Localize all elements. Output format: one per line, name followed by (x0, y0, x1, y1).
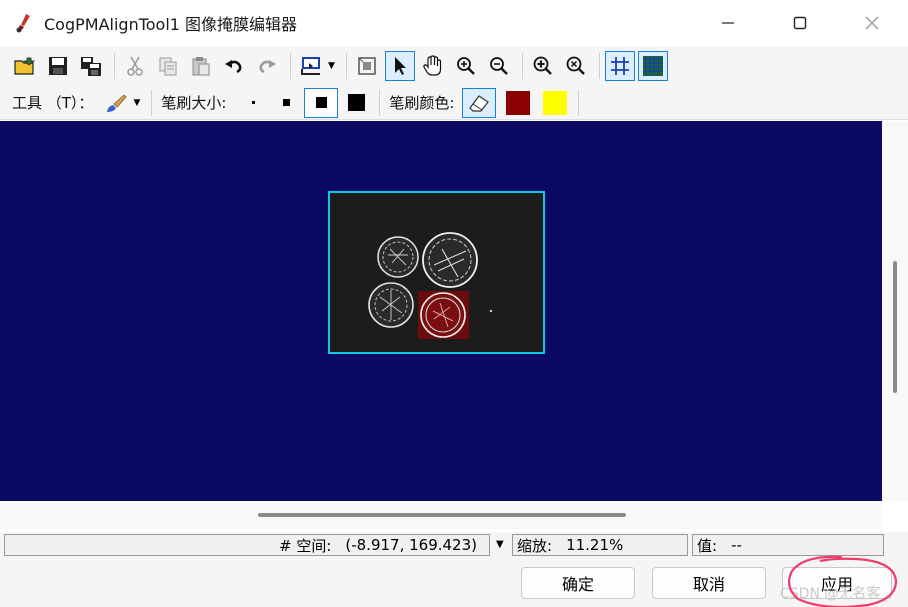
minimize-icon (722, 22, 734, 24)
toolbar-separator (290, 53, 291, 79)
import-dropdown-icon[interactable]: ▼ (328, 61, 335, 71)
coins-image (330, 193, 543, 352)
dialog-buttons-bar: 确定 取消 应用 (0, 558, 908, 607)
title-bar: CogPMAlignTool1 图像掩膜编辑器 (0, 0, 908, 46)
grid-icon (610, 57, 629, 75)
main-toolbar: ▼ (0, 46, 908, 86)
brush-size-2-button[interactable] (271, 88, 301, 118)
redo-button[interactable] (252, 51, 282, 81)
import-button[interactable] (296, 51, 326, 81)
zoom-out-button[interactable] (484, 51, 514, 81)
brush-toolbar: 工具 （T）： ▼ 笔刷大小: 笔刷颜色: (0, 86, 908, 120)
brush-size-3-icon (315, 97, 327, 108)
cancel-button[interactable]: 取消 (652, 567, 766, 599)
brush-size-1-button[interactable] (238, 88, 268, 118)
brush-dropdown-icon[interactable]: ▼ (133, 98, 140, 108)
toolbar-separator (114, 53, 115, 79)
paste-button[interactable] (186, 51, 216, 81)
status-bar: # 空间: (-8.917, 169.423) ▼ 缩放: 11.21% 值: … (0, 532, 908, 558)
zoom-reset-button[interactable] (561, 51, 591, 81)
paste-icon (192, 57, 210, 76)
copy-icon (159, 57, 177, 76)
zoom-out-icon (490, 57, 508, 75)
grid-button[interactable] (604, 51, 635, 81)
ok-button[interactable]: 确定 (521, 567, 635, 599)
zoom-box: 缩放: 11.21% (512, 534, 688, 556)
brush-size-1-icon (251, 101, 255, 104)
toolbar-separator (379, 89, 381, 116)
close-button[interactable] (836, 0, 908, 46)
zoom-in-icon (457, 57, 475, 75)
redo-icon (259, 60, 276, 74)
zoom-reset-icon (566, 56, 585, 75)
value-box: 值: -- (692, 534, 884, 556)
maximize-button[interactable] (764, 0, 836, 46)
brush-size-label: 笔刷大小: (161, 94, 227, 112)
open-folder-icon (14, 57, 36, 75)
toolbar-separator (151, 89, 153, 116)
horizontal-scrollbar[interactable] (0, 501, 882, 529)
zoom-in-alt-button[interactable] (528, 51, 558, 81)
pan-button[interactable] (418, 51, 448, 81)
cut-button[interactable] (120, 51, 150, 81)
brush-color-label: 笔刷颜色: (389, 94, 455, 112)
zoom-value: 11.21% (566, 536, 624, 554)
image-view (328, 191, 545, 354)
tool-label: 工具 （T）： (12, 94, 94, 112)
save-icon (49, 57, 67, 75)
coordinates-value: (-8.917, 169.423) (345, 536, 477, 554)
app-icon (16, 14, 30, 33)
grid-fine-button[interactable] (637, 51, 668, 81)
brush-color-yellow[interactable] (540, 88, 570, 118)
vertical-scrollbar-thumb[interactable] (893, 261, 897, 393)
close-icon (865, 16, 879, 30)
pointer-icon (394, 57, 406, 75)
toolbar-separator (578, 89, 580, 116)
brush-size-4-icon (347, 94, 365, 111)
vertical-scrollbar[interactable] (882, 121, 908, 501)
save-all-icon (81, 57, 101, 76)
copy-button[interactable] (153, 51, 183, 81)
open-button[interactable] (10, 51, 40, 81)
minimize-button[interactable] (692, 0, 764, 46)
value-text: -- (731, 536, 742, 554)
import-icon (301, 57, 320, 75)
horizontal-scrollbar-thumb[interactable] (258, 513, 626, 517)
watermark: CSDN @无名客_ (780, 586, 888, 602)
brush-icon (107, 93, 127, 112)
space-coordinates-box: # 空间: (-8.917, 169.423) (4, 534, 490, 556)
undo-button[interactable] (219, 51, 249, 81)
brush-tool-button[interactable] (101, 88, 131, 118)
zoom-in-alt-icon (533, 56, 552, 75)
maximize-icon (793, 16, 807, 30)
toolbar-separator (345, 53, 347, 79)
save-button[interactable] (43, 51, 73, 81)
window-title: CogPMAlignTool1 图像掩膜编辑器 (44, 15, 298, 34)
fit-icon (358, 57, 376, 75)
eraser-button[interactable] (462, 87, 497, 118)
toolbar-separator (598, 53, 600, 79)
toolbar-separator (521, 53, 523, 79)
fit-button[interactable] (352, 51, 382, 81)
value-label: 值: (697, 536, 718, 555)
grid-fine-icon (642, 56, 663, 76)
brush-color-yellow-swatch (543, 90, 568, 115)
pointer-button[interactable] (384, 51, 415, 81)
brush-size-3-button[interactable] (304, 87, 339, 118)
undo-icon (225, 60, 242, 74)
zoom-label: 缩放: (517, 536, 553, 555)
space-label: # 空间: (278, 536, 332, 555)
pan-hand-icon (423, 55, 442, 76)
eraser-icon (469, 94, 490, 112)
save-all-button[interactable] (76, 51, 106, 81)
window-controls (692, 0, 908, 46)
image-canvas[interactable] (0, 121, 882, 501)
brush-size-2-icon (282, 99, 290, 106)
zoom-in-button[interactable] (451, 51, 481, 81)
brush-color-red-swatch (506, 90, 531, 115)
space-dropdown-icon[interactable]: ▼ (496, 539, 504, 550)
brush-size-4-button[interactable] (341, 88, 371, 118)
brush-color-red[interactable] (503, 88, 533, 118)
cut-icon (127, 56, 143, 76)
